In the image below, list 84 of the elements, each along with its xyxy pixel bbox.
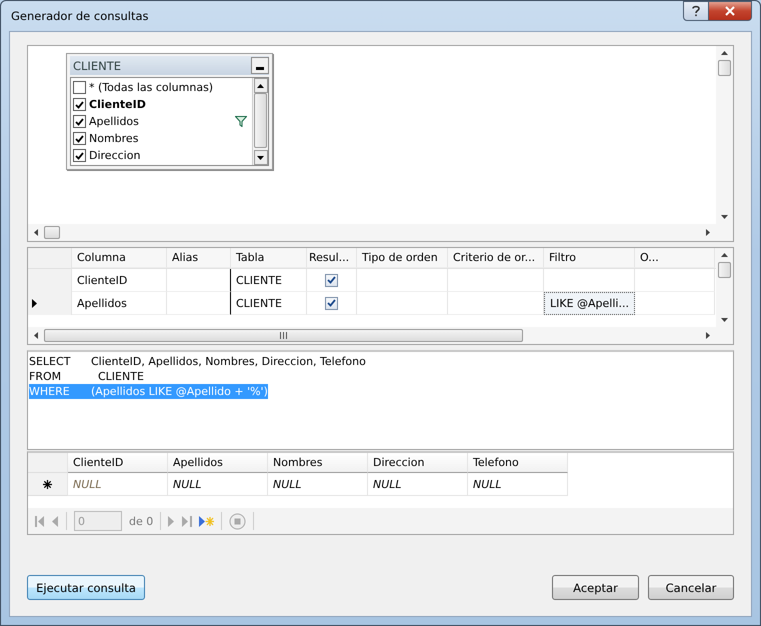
scroll-thumb[interactable] [44, 329, 523, 342]
column-header[interactable]: Columna [72, 248, 167, 268]
grip-icon [280, 332, 287, 339]
table-cell[interactable]: CLIENTE [231, 269, 307, 292]
next-record-icon[interactable] [168, 516, 176, 526]
column-header[interactable]: Alias [167, 248, 231, 268]
left-arrow-icon [34, 332, 38, 339]
checkbox[interactable] [73, 149, 86, 162]
vertical-scrollbar[interactable] [716, 46, 733, 224]
table-cell[interactable]: NULL [68, 473, 168, 496]
row-header[interactable] [28, 473, 68, 496]
current-row-icon [32, 299, 37, 308]
table-cell[interactable]: NULL [268, 473, 368, 496]
table-cell[interactable] [167, 269, 231, 292]
column-header[interactable]: Nombres [268, 453, 368, 473]
right-arrow-icon [706, 332, 710, 339]
table-cell[interactable]: ClienteID [72, 269, 167, 292]
column-header[interactable]: Criterio de or... [448, 248, 544, 268]
corner-cell [28, 453, 68, 473]
execute-query-button[interactable]: Ejecutar consulta [27, 575, 145, 600]
column-header[interactable]: Resul... [307, 248, 357, 268]
column-name: Apellidos [89, 115, 139, 128]
sql-line: FROM CLIENTE [29, 369, 144, 384]
scroll-thumb[interactable] [254, 93, 267, 148]
up-arrow-icon [257, 84, 264, 88]
up-arrow-icon [721, 51, 728, 55]
column-header[interactable]: ClienteID [68, 453, 168, 473]
vertical-scrollbar[interactable] [252, 78, 268, 165]
right-arrow-icon [706, 229, 710, 236]
table-cell[interactable]: NULL [468, 473, 568, 496]
column-header[interactable]: Tipo de orden [357, 248, 448, 268]
column-header[interactable]: Apellidos [168, 453, 268, 473]
new-record-icon[interactable] [199, 516, 214, 526]
vertical-scrollbar[interactable] [716, 248, 733, 327]
table-title: CLIENTE [73, 58, 121, 72]
column-name: * (Todas las columnas) [89, 81, 214, 94]
table-cell[interactable]: NULL [168, 473, 268, 496]
stop-icon[interactable] [229, 512, 246, 530]
horizontal-scrollbar[interactable] [28, 224, 733, 241]
column-name: Direccion [89, 149, 140, 162]
down-arrow-icon [721, 318, 728, 322]
sql-editor[interactable]: SELECT ClienteID, Apellidos, Nombres, Direccion, Telefono FROM CLIENTE WHERE (Apellidos LIKE @Apellido + '%') [27, 350, 734, 450]
checkbox[interactable] [73, 115, 86, 128]
column-name: ClienteID [89, 98, 146, 111]
table-cell[interactable]: LIKE @Apelli... [544, 292, 635, 315]
left-arrow-icon [34, 229, 38, 236]
scroll-thumb[interactable] [718, 262, 731, 278]
scroll-thumb[interactable] [718, 60, 731, 76]
checkbox[interactable] [325, 274, 338, 286]
minimize-icon [256, 67, 264, 70]
horizontal-scrollbar[interactable] [28, 327, 733, 344]
column-header[interactable]: Filtro [544, 248, 635, 268]
close-icon [725, 6, 735, 16]
cancel-button[interactable]: Cancelar [648, 575, 734, 600]
column-name: Nombres [89, 132, 138, 145]
checkbox[interactable] [73, 132, 86, 145]
help-icon [691, 5, 701, 17]
checkbox[interactable] [73, 98, 86, 111]
table-cell[interactable] [167, 292, 231, 315]
down-arrow-icon [257, 156, 264, 160]
column-header[interactable]: Telefono [468, 453, 568, 473]
column-header[interactable]: Tabla [231, 248, 307, 268]
up-arrow-icon [721, 253, 728, 257]
table-cell[interactable]: CLIENTE [231, 292, 307, 315]
scroll-thumb[interactable] [44, 226, 60, 239]
previous-record-icon[interactable] [52, 516, 59, 526]
column-header[interactable]: Direccion [368, 453, 468, 473]
minimize-button[interactable] [251, 57, 269, 74]
row-header[interactable] [28, 292, 72, 315]
close-button[interactable] [709, 1, 752, 21]
last-record-icon[interactable] [182, 516, 192, 526]
help-button[interactable] [683, 1, 709, 21]
record-count: de 0 [129, 514, 154, 528]
column-header[interactable]: O... [635, 248, 715, 268]
checkbox[interactable] [73, 81, 86, 94]
table-cell[interactable]: NULL [368, 473, 468, 496]
window-title: Generador de consultas [11, 9, 149, 23]
table-cell[interactable]: Apellidos [72, 292, 167, 315]
down-arrow-icon [721, 215, 728, 219]
checkbox[interactable] [325, 296, 338, 310]
ok-button[interactable]: Aceptar [552, 575, 639, 600]
table-box[interactable]: CLIENTE * (Todas las columnas) ClienteID Apellidos Nombres Direccion [66, 53, 273, 170]
first-record-icon[interactable] [35, 516, 45, 526]
sql-line: SELECT ClienteID, Apellidos, Nombres, Direccion, Telefono [29, 354, 366, 369]
